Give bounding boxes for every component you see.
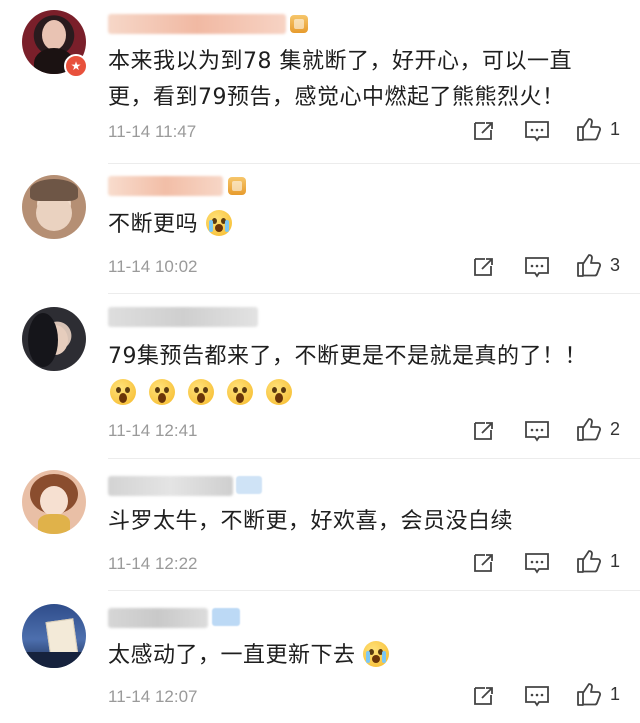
comment-time: 11-14 10:02 — [108, 257, 198, 276]
like-count: 1 — [610, 550, 621, 571]
vip-icon — [228, 177, 246, 195]
screaming-face-emoji — [188, 379, 215, 405]
like-button[interactable]: 2 — [576, 416, 620, 442]
comment-text: 斗罗太牛，不断更，好欢喜，会员没白续 — [108, 509, 514, 534]
comment-text: 本来我以为到78 集就断了，好开心，可以一直更，看到79预告，感觉心中燃起了熊熊… — [108, 49, 572, 110]
screaming-face-emoji — [149, 379, 176, 405]
reply-button[interactable] — [524, 684, 550, 708]
repost-button[interactable] — [472, 419, 496, 443]
comment-text-content: 太感动了，一直更新下去 — [108, 643, 356, 668]
like-button[interactable]: 3 — [576, 252, 620, 278]
like-count: 1 — [610, 683, 621, 704]
avatar[interactable] — [22, 470, 86, 534]
reply-button[interactable] — [524, 419, 550, 443]
comment-item: 太感动了，一直更新下去 11-14 12:07 1 — [0, 590, 640, 723]
avatar[interactable] — [22, 307, 86, 371]
thumbs-up-icon — [577, 118, 602, 141]
like-button[interactable]: 1 — [576, 116, 620, 142]
comment-text: 太感动了，一直更新下去 — [108, 638, 616, 674]
screaming-face-emoji — [227, 379, 254, 405]
thumbs-up-icon — [577, 550, 602, 573]
thumbs-up-icon — [577, 254, 602, 277]
comment-time: 11-14 11:47 — [108, 122, 197, 141]
comment-item: 79集预告都来了，不断更是不是就是真的了！！ 11-14 12:41 2 — [0, 293, 640, 458]
share-icon — [474, 258, 493, 276]
reply-button[interactable] — [524, 255, 550, 279]
thumbs-up-icon — [577, 683, 602, 706]
repost-button[interactable] — [472, 684, 496, 708]
like-count: 3 — [610, 254, 621, 275]
share-icon — [474, 554, 493, 572]
comment-text: 不断更吗 — [108, 207, 616, 243]
membership-tag — [212, 608, 240, 626]
comment-icon — [525, 121, 549, 142]
username-blurred[interactable] — [108, 176, 223, 196]
repost-button[interactable] — [472, 119, 496, 143]
comment-text: 79集预告都来了，不断更是不是就是真的了！！ — [108, 344, 587, 369]
like-count: 2 — [610, 418, 621, 439]
reply-button[interactable] — [524, 551, 550, 575]
crying-face-emoji — [363, 641, 390, 667]
comment-time: 11-14 12:07 — [108, 687, 198, 706]
username-blurred[interactable] — [108, 14, 286, 34]
vip-icon — [290, 15, 308, 33]
username-blurred[interactable] — [108, 476, 233, 496]
emoji-row — [110, 379, 300, 405]
reply-button[interactable] — [524, 119, 550, 143]
repost-button[interactable] — [472, 255, 496, 279]
avatar[interactable] — [22, 604, 86, 668]
share-icon — [474, 122, 493, 140]
v-badge-icon: ★ — [64, 54, 88, 78]
screaming-face-emoji — [266, 379, 293, 405]
like-button[interactable]: 1 — [576, 681, 620, 707]
repost-button[interactable] — [472, 551, 496, 575]
comment-item: ★ 本来我以为到78 集就断了，好开心，可以一直更，看到79预告，感觉心中燃起了… — [0, 0, 640, 163]
screaming-face-emoji — [110, 379, 136, 405]
comment-icon — [525, 686, 549, 707]
membership-tag — [236, 476, 262, 494]
comment-time: 11-14 12:41 — [108, 421, 198, 440]
comment-time: 11-14 12:22 — [108, 554, 198, 573]
comment-icon — [525, 553, 549, 574]
like-button[interactable]: 1 — [576, 548, 620, 574]
share-icon — [474, 687, 493, 705]
username-blurred[interactable] — [108, 608, 208, 628]
avatar[interactable] — [22, 175, 86, 239]
crying-face-emoji — [205, 210, 232, 236]
comment-icon — [525, 421, 549, 442]
comment-item: 不断更吗 11-14 10:02 3 — [0, 163, 640, 293]
comment-icon — [525, 257, 549, 278]
like-count: 1 — [610, 118, 621, 139]
share-icon — [474, 422, 493, 440]
username-blurred[interactable] — [108, 307, 258, 327]
comment-text-content: 不断更吗 — [108, 212, 199, 237]
comment-item: 斗罗太牛，不断更，好欢喜，会员没白续 11-14 12:22 1 — [0, 458, 640, 590]
thumbs-up-icon — [577, 418, 602, 441]
